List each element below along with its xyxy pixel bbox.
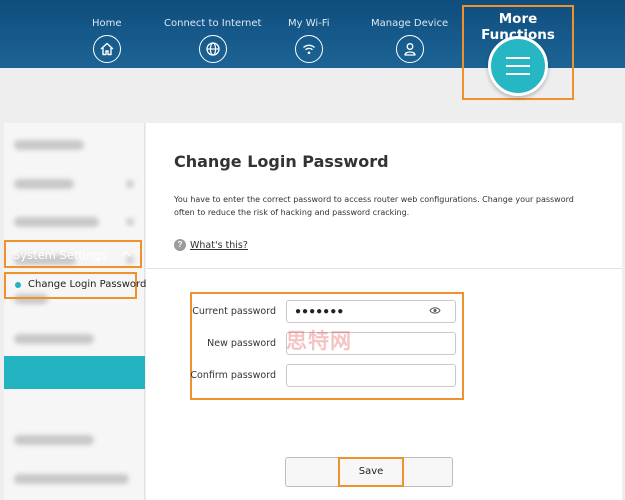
nav-connect-label: Connect to Internet	[164, 18, 262, 29]
divider	[146, 268, 622, 269]
nav-home-label: Home	[92, 18, 122, 29]
wifi-icon	[294, 35, 323, 63]
sidebar-item-blurred[interactable]	[14, 334, 94, 344]
chevron-up-icon[interactable]	[120, 248, 132, 260]
home-icon	[92, 35, 121, 63]
sidebar-item-label: Change Login Password	[28, 279, 147, 290]
page-title: Change Login Password	[174, 152, 389, 171]
nav-manage-label: Manage Device	[371, 18, 449, 29]
chevron-down-icon	[126, 180, 134, 188]
sidebar-section-system-settings[interactable]	[4, 356, 145, 389]
confirm-password-input[interactable]	[286, 364, 456, 387]
chevron-down-icon	[126, 218, 134, 226]
page-description: You have to enter the correct password t…	[174, 195, 574, 217]
watermark: 思特网	[286, 329, 352, 353]
main-panel: Change Login Password You have to enter …	[146, 123, 622, 500]
nav-my-wifi[interactable]: My Wi-Fi	[288, 17, 330, 63]
nav-home[interactable]: Home	[92, 17, 122, 63]
save-button[interactable]: Save	[338, 457, 404, 487]
nav-wifi-label: My Wi-Fi	[288, 18, 330, 29]
sidebar-item-blurred[interactable]	[14, 435, 94, 445]
sidebar-item-blurred[interactable]	[14, 217, 99, 227]
eye-icon[interactable]	[429, 306, 441, 315]
sidebar-item-blurred[interactable]	[14, 140, 84, 150]
menu-icon[interactable]	[488, 36, 548, 96]
sidebar-item-blurred[interactable]	[14, 474, 129, 484]
more-functions-button[interactable]: More Functions	[462, 5, 574, 100]
new-password-label: New password	[207, 338, 276, 349]
whats-this-link[interactable]: What's this?	[190, 240, 248, 251]
nav-connect-to-internet[interactable]: Connect to Internet	[164, 17, 261, 63]
sidebar-item-blurred[interactable]	[14, 179, 74, 189]
confirm-password-label: Confirm password	[190, 370, 276, 381]
globe-icon	[198, 35, 227, 63]
active-dot-icon	[15, 282, 21, 288]
current-password-label: Current password	[192, 306, 276, 317]
sidebar	[4, 123, 145, 500]
user-icon	[395, 35, 424, 63]
help-icon[interactable]: ?	[174, 239, 186, 251]
nav-manage-device[interactable]: Manage Device	[371, 17, 448, 63]
system-settings-label: System Settings	[13, 248, 107, 262]
